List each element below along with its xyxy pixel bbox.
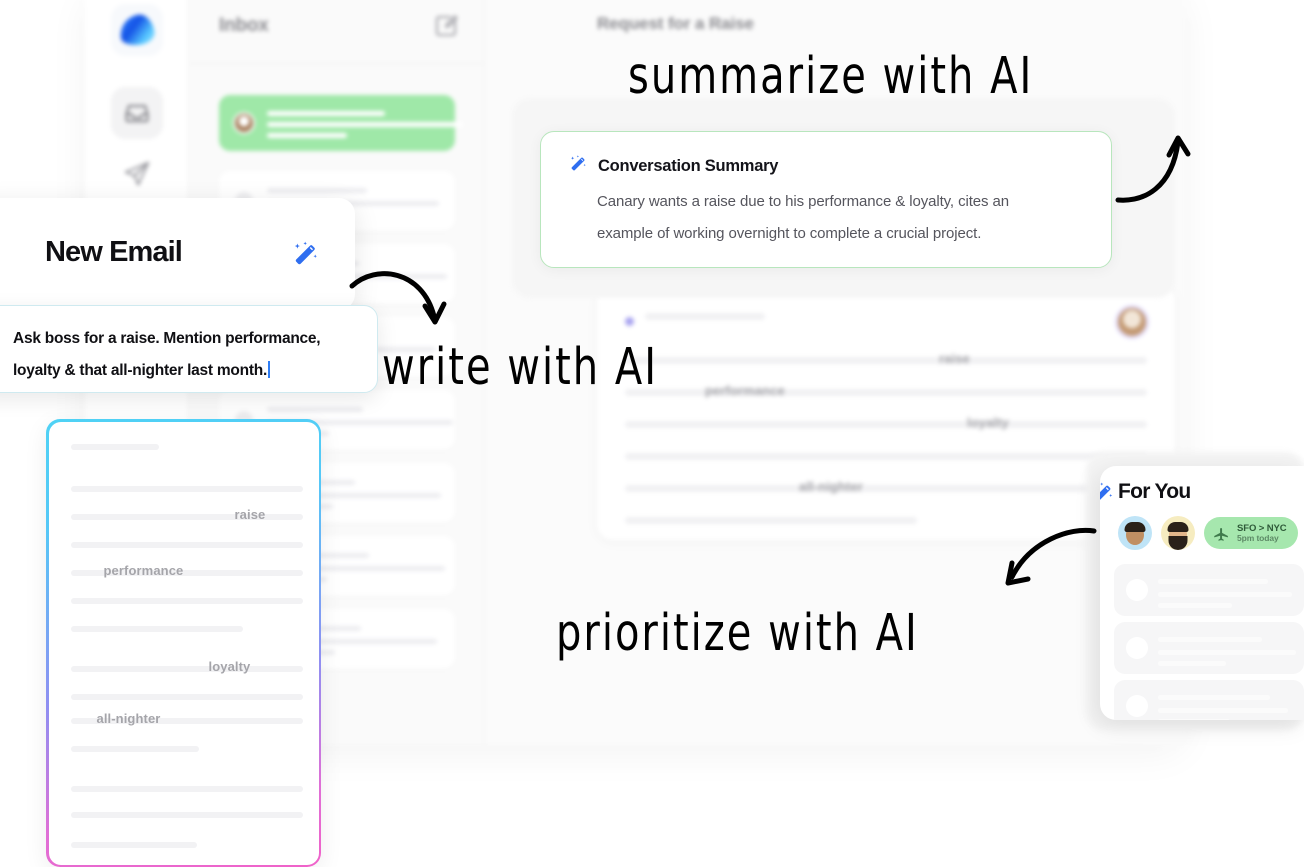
avatar[interactable] xyxy=(1161,516,1195,550)
list-item[interactable] xyxy=(1114,564,1304,616)
magic-wand-icon[interactable] xyxy=(1100,481,1115,511)
list-item[interactable] xyxy=(1114,622,1304,674)
avatar xyxy=(1126,637,1148,659)
for-you-panel: For You SFO > NYC 5pm today xyxy=(1100,466,1304,720)
unread-dot-icon xyxy=(625,317,634,326)
magic-wand-icon[interactable] xyxy=(292,240,320,273)
draft-body: raise performance loyalty all-nighter xyxy=(48,421,319,865)
keyword-highlight: raise xyxy=(939,351,970,366)
compose-pencil-icon[interactable] xyxy=(434,14,458,38)
annotation-summarize-with-ai: summarize with AI xyxy=(628,47,1034,106)
bird-logo-icon xyxy=(118,12,156,48)
list-item[interactable] xyxy=(1114,680,1304,720)
for-you-chip-row: SFO > NYC 5pm today xyxy=(1118,516,1298,550)
conversation-subject: Request for a Raise xyxy=(597,14,754,33)
text-cursor-icon xyxy=(268,361,271,378)
table-row[interactable] xyxy=(219,95,463,151)
summary-body: Canary wants a raise due to his performa… xyxy=(597,186,1089,250)
keyword-highlight: loyalty xyxy=(967,415,1009,430)
mail-list-header: Inbox xyxy=(189,0,484,64)
sidebar-item-sent[interactable] xyxy=(111,148,163,200)
prompt-line-2: loyalty & that all-nighter last month. xyxy=(13,362,268,379)
keyword-highlight: performance xyxy=(103,562,184,578)
avatar[interactable] xyxy=(1118,516,1152,550)
avatar xyxy=(1115,305,1149,339)
flight-chip-text: SFO > NYC 5pm today xyxy=(1237,523,1287,543)
keyword-highlight: all-nighter xyxy=(96,710,161,726)
flight-time: 5pm today xyxy=(1237,532,1279,543)
memoji-hair xyxy=(1167,521,1189,532)
sidebar-item-inbox[interactable] xyxy=(111,87,163,139)
keyword-highlight: performance xyxy=(705,383,785,398)
summary-line-2: example of working overnight to complete… xyxy=(597,225,982,242)
page-title: Inbox xyxy=(219,15,269,36)
paper-plane-icon xyxy=(124,161,150,186)
summary-title: Conversation Summary xyxy=(598,156,779,175)
memoji-beard xyxy=(1168,536,1188,550)
ai-draft-document[interactable]: raise performance loyalty all-nighter xyxy=(46,419,321,867)
for-you-title: For You xyxy=(1118,480,1191,503)
screenshot-stage: Inbox Request for a Raise raise performa… xyxy=(0,0,1304,867)
conversation-summary-card[interactable]: Conversation Summary Canary wants a rais… xyxy=(540,131,1112,268)
flight-status-chip[interactable]: SFO > NYC 5pm today xyxy=(1204,517,1298,549)
memoji-hair xyxy=(1124,521,1146,532)
annotation-write-with-ai: write with AI xyxy=(382,338,659,397)
avatar xyxy=(1126,695,1148,717)
magic-wand-icon xyxy=(569,154,588,178)
airplane-icon xyxy=(1214,527,1228,541)
keyword-highlight: loyalty xyxy=(208,658,251,674)
keyword-highlight: raise xyxy=(234,506,266,522)
inbox-tray-icon xyxy=(125,105,149,123)
ai-prompt-input[interactable]: Ask boss for a raise. Mention performanc… xyxy=(0,305,378,393)
avatar xyxy=(233,112,255,134)
summary-line-1: Canary wants a raise due to his performa… xyxy=(597,193,1009,210)
prompt-line-1: Ask boss for a raise. Mention performanc… xyxy=(13,330,321,347)
annotation-prioritize-with-ai: prioritize with AI xyxy=(556,604,919,663)
avatar xyxy=(1126,579,1148,601)
new-email-title: New Email xyxy=(45,236,183,268)
summary-card-header: Conversation Summary xyxy=(569,154,778,178)
sidebar-item-logo[interactable] xyxy=(111,4,163,56)
keyword-highlight: all-nighter xyxy=(799,479,863,494)
prompt-text: Ask boss for a raise. Mention performanc… xyxy=(13,323,353,387)
